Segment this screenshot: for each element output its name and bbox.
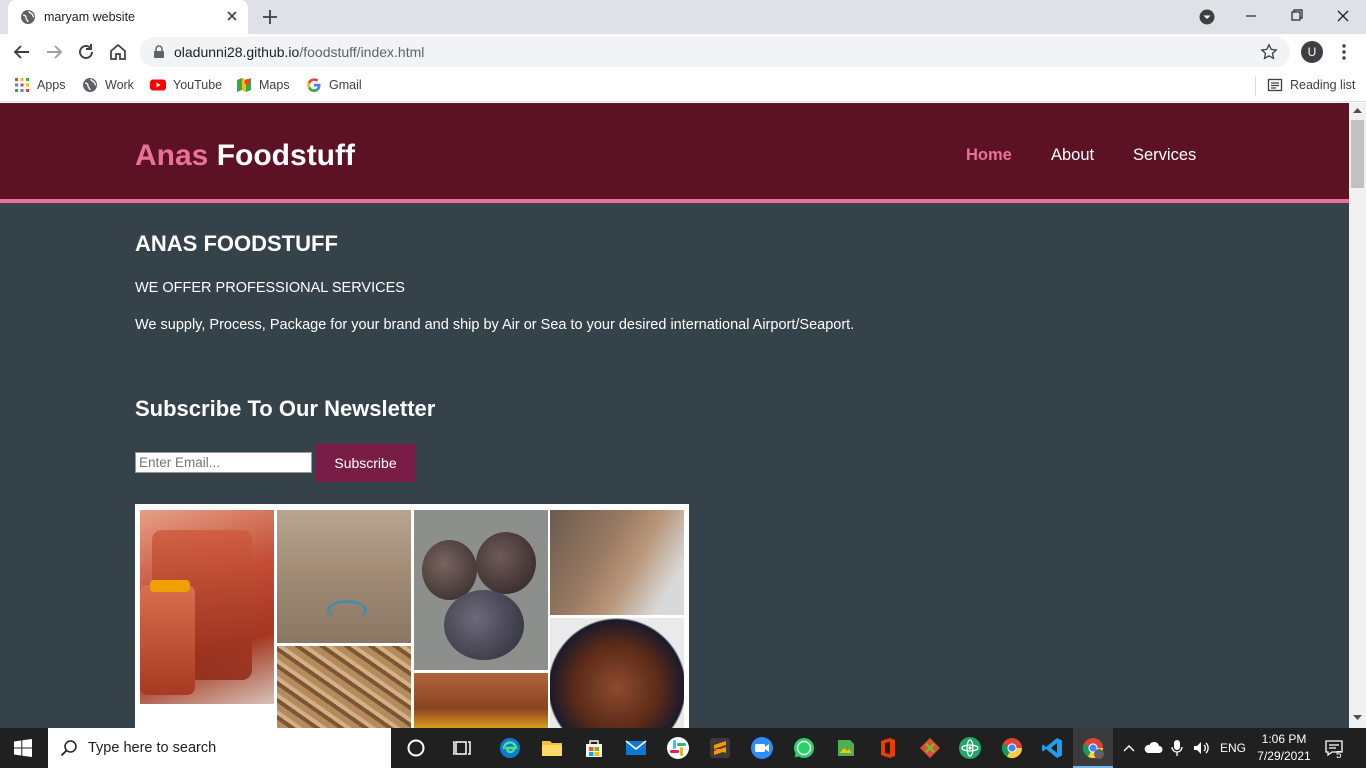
- taskbar-search[interactable]: Type here to search: [48, 728, 391, 768]
- newsletter-heading: Subscribe To Our Newsletter: [135, 396, 436, 421]
- taskbar-active-app[interactable]: [1073, 728, 1113, 768]
- nav-home[interactable]: Home: [966, 146, 1012, 165]
- browser-tab[interactable]: maryam website: [8, 0, 248, 34]
- windows-start-icon[interactable]: [14, 739, 32, 757]
- sublime-text-icon[interactable]: [708, 736, 732, 760]
- showcase-heading: ANAS FOODSTUFF: [135, 231, 338, 256]
- office-icon[interactable]: [876, 736, 900, 760]
- cortana-icon[interactable]: [404, 736, 428, 760]
- sack-photo: ​: [277, 510, 411, 643]
- zoom-icon[interactable]: [750, 736, 774, 760]
- google-icon: [307, 78, 321, 92]
- search-icon: [60, 740, 77, 757]
- snails-photo: [414, 510, 548, 670]
- photos-icon[interactable]: [834, 736, 858, 760]
- palm-oil-photo: [140, 510, 274, 704]
- dried-fish-bucket-photo: [414, 673, 548, 728]
- page-scrollbar[interactable]: [1349, 103, 1366, 728]
- forward-arrow-icon[interactable]: [44, 42, 64, 62]
- chevron-up-icon[interactable]: [1122, 739, 1136, 757]
- volume-icon[interactable]: [1192, 739, 1212, 757]
- scroll-thumb[interactable]: [1351, 120, 1364, 188]
- apps-grid-icon: [15, 78, 29, 92]
- onedrive-cloud-icon[interactable]: [1143, 739, 1163, 757]
- nav-about[interactable]: About: [1051, 146, 1094, 165]
- store-icon[interactable]: [582, 736, 606, 760]
- lock-icon[interactable]: [152, 45, 166, 59]
- email-input[interactable]: [135, 452, 312, 473]
- tab-strip: maryam website: [0, 0, 1366, 34]
- window-close-icon[interactable]: [1332, 6, 1354, 26]
- vscode-icon[interactable]: [1040, 736, 1064, 760]
- new-tab-plus-icon[interactable]: [260, 7, 280, 27]
- file-explorer-icon[interactable]: [540, 736, 564, 760]
- minimize-icon[interactable]: [1240, 6, 1262, 26]
- maps-icon: [237, 78, 251, 92]
- bookmarks-bar: Apps Work YouTube Maps Gmail Reading lis…: [0, 70, 1366, 102]
- notification-count: 5: [1336, 750, 1342, 761]
- chrome-icon[interactable]: [1000, 736, 1024, 760]
- microphone-icon[interactable]: [1170, 739, 1184, 757]
- taskbar: Type here to search ENG 1:06 PM 7/29/202…: [0, 728, 1366, 768]
- home-icon[interactable]: [108, 42, 128, 62]
- mail-icon[interactable]: [624, 736, 648, 760]
- nav-services[interactable]: Services: [1133, 146, 1196, 165]
- scroll-down-icon[interactable]: [1353, 715, 1362, 721]
- globe-icon: [83, 78, 97, 92]
- address-bar[interactable]: oladunni28.github.io/foodstuff/index.htm…: [140, 37, 1290, 67]
- close-icon[interactable]: [224, 8, 240, 24]
- url-text: oladunni28.github.io/foodstuff/index.htm…: [174, 44, 425, 60]
- whatsapp-icon[interactable]: [792, 736, 816, 760]
- task-view-icon[interactable]: [451, 736, 475, 760]
- back-arrow-icon[interactable]: [12, 42, 32, 62]
- browser-toolbar: oladunni28.github.io/foodstuff/index.htm…: [0, 34, 1366, 70]
- bookmarks-divider: [1255, 76, 1256, 96]
- reading-list-icon: [1267, 78, 1283, 92]
- atom-icon[interactable]: [958, 736, 982, 760]
- edge-icon[interactable]: [498, 736, 522, 760]
- site-logo[interactable]: Anas Foodstuff: [135, 139, 355, 173]
- scroll-up-icon[interactable]: [1353, 107, 1362, 113]
- tab-search-icon[interactable]: [1198, 8, 1216, 26]
- more-menu-icon[interactable]: [1336, 42, 1352, 62]
- chrome-profile-icon: [1083, 738, 1104, 759]
- tab-title: maryam website: [44, 10, 135, 24]
- bags-photo: [550, 510, 684, 615]
- slack-icon[interactable]: [666, 736, 690, 760]
- language-indicator[interactable]: ENG: [1220, 741, 1246, 755]
- tagline: WE OFFER PROFESSIONAL SERVICES: [135, 280, 405, 296]
- site-header: Anas Foodstuff Home About Services: [0, 103, 1349, 203]
- restore-icon[interactable]: [1286, 6, 1308, 26]
- crayfish-photo: [277, 646, 411, 728]
- bookmark-star-icon[interactable]: [1260, 43, 1278, 61]
- git-tool-icon[interactable]: [918, 736, 942, 760]
- description: We supply, Process, Package for your bra…: [135, 317, 855, 333]
- reload-icon[interactable]: [76, 42, 96, 62]
- web-page: Anas Foodstuff Home About Services ANAS …: [0, 103, 1349, 728]
- youtube-icon: [150, 79, 166, 91]
- product-collage-image: ​: [135, 504, 689, 728]
- subscribe-button[interactable]: Subscribe: [316, 444, 415, 482]
- globe-icon: [21, 10, 35, 24]
- stockfish-photo: [550, 618, 684, 728]
- profile-avatar[interactable]: U: [1301, 41, 1323, 63]
